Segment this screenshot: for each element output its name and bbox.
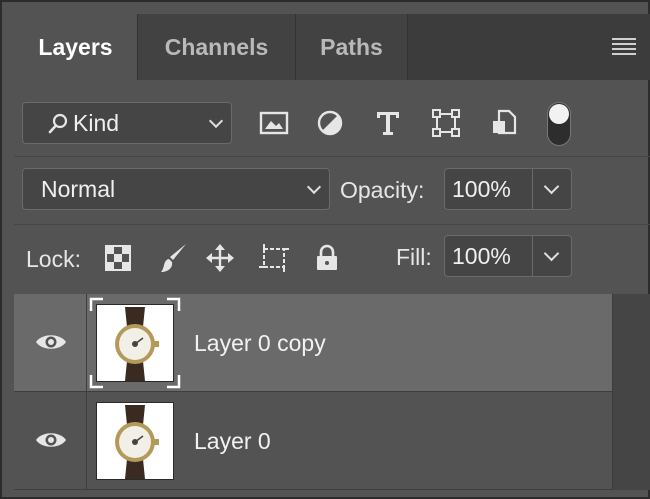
lock-artboard-icon[interactable] (256, 240, 292, 276)
opacity-dropdown-arrow-icon[interactable] (533, 169, 571, 209)
chevron-down-icon (208, 113, 224, 129)
smart-object-filter-icon[interactable] (486, 105, 522, 141)
layer-row-layer-0[interactable]: Layer 0 (14, 392, 612, 490)
eye-visibility-icon[interactable] (34, 429, 68, 451)
layers-scrollbar[interactable] (612, 294, 650, 490)
blend-mode-dropdown[interactable]: Normal (22, 168, 330, 210)
type-filter-icon[interactable] (370, 105, 406, 141)
filter-kind-label: Kind (73, 109, 120, 136)
layer-name[interactable]: Layer 0 (194, 428, 271, 455)
divider (14, 224, 650, 225)
lock-transparent-pixels-icon[interactable] (100, 240, 136, 276)
filter-toggle-switch[interactable] (547, 102, 571, 146)
tab-layers[interactable]: Layers (14, 14, 138, 80)
lock-all-icon[interactable] (309, 240, 345, 276)
lock-image-pixels-icon[interactable] (156, 240, 192, 276)
eye-visibility-icon[interactable] (34, 331, 68, 353)
layers-panel: Layers Channels Paths Kind Normal Opacit… (0, 0, 650, 499)
adjustment-filter-icon[interactable] (312, 105, 348, 141)
image-filter-icon[interactable] (256, 105, 292, 141)
fill-control: 100% (444, 235, 572, 277)
layer-row-layer-0-copy[interactable]: Layer 0 copy (14, 294, 612, 392)
layers-list: Layer 0 copy Layer 0 (14, 294, 612, 490)
blend-mode-label: Normal (41, 175, 116, 202)
fill-input[interactable]: 100% (445, 236, 533, 276)
opacity-input[interactable]: 100% (445, 169, 533, 209)
tab-channels[interactable]: Channels (138, 14, 296, 80)
tab-bar: Layers Channels Paths (14, 14, 650, 80)
tab-paths[interactable]: Paths (296, 14, 408, 80)
lock-label: Lock: (26, 246, 81, 272)
visibility-column-divider (86, 294, 87, 392)
visibility-column-divider (86, 392, 87, 490)
layer-thumbnail-watch (96, 304, 174, 382)
shape-filter-icon[interactable] (428, 105, 464, 141)
panel-menu-icon[interactable] (612, 38, 636, 56)
divider (14, 156, 650, 157)
search-icon (48, 113, 68, 134)
filter-kind-dropdown[interactable]: Kind (22, 102, 232, 144)
layer-name[interactable]: Layer 0 copy (194, 330, 326, 357)
lock-position-icon[interactable] (202, 240, 238, 276)
fill-dropdown-arrow-icon[interactable] (533, 236, 571, 276)
fill-label: Fill: (396, 244, 432, 270)
chevron-down-icon (306, 179, 322, 195)
opacity-control: 100% (444, 168, 572, 210)
opacity-label: Opacity: (340, 177, 425, 203)
layer-thumbnail-watch (96, 402, 174, 480)
